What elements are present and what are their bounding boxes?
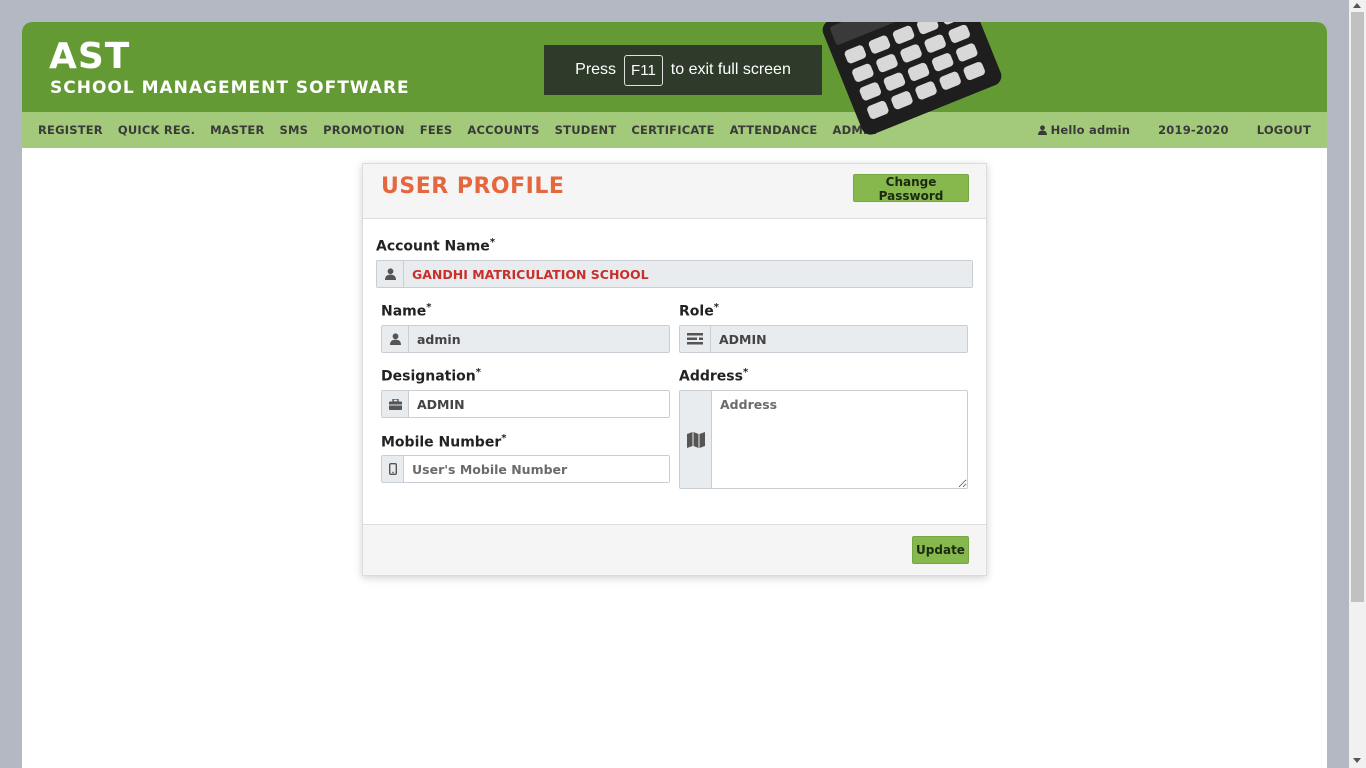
required-marker: * — [501, 433, 507, 444]
nav-item-master[interactable]: MASTER — [210, 123, 264, 137]
required-marker: * — [426, 302, 432, 313]
page-scrollbar[interactable] — [1349, 0, 1366, 768]
nav-item-attendance[interactable]: ATTENDANCE — [730, 123, 818, 137]
fullscreen-suffix-text: to exit full screen — [670, 61, 791, 78]
fullscreen-key: F11 — [624, 54, 663, 86]
mobile-number-field — [381, 455, 670, 483]
mobile-number-input[interactable] — [404, 456, 669, 482]
designation-input[interactable] — [409, 391, 669, 417]
required-marker: * — [742, 367, 749, 378]
scroll-up-arrow-icon[interactable] — [1353, 3, 1361, 8]
update-button[interactable]: Update — [912, 536, 969, 564]
user-icon — [1037, 125, 1047, 135]
mobile-number-label: Mobile Number* — [381, 433, 506, 451]
page-title: USER PROFILE — [381, 174, 565, 199]
role-field — [679, 325, 968, 353]
address-textarea[interactable] — [712, 391, 967, 488]
user-icon — [377, 261, 404, 287]
list-icon — [680, 326, 711, 352]
nav-item-quick-reg[interactable]: QUICK REG. — [118, 123, 195, 137]
logout-link[interactable]: LOGOUT — [1257, 123, 1311, 137]
name-field — [381, 325, 670, 353]
fullscreen-notice: Press F11 to exit full screen — [544, 45, 822, 95]
required-marker: * — [489, 237, 496, 248]
mobile-icon — [382, 456, 404, 482]
scroll-down-arrow-icon[interactable] — [1353, 758, 1361, 763]
user-icon — [382, 326, 409, 352]
required-marker: * — [475, 367, 481, 378]
name-label: Name* — [381, 302, 431, 320]
session-year[interactable]: 2019-2020 — [1158, 123, 1229, 137]
nav-item-certificate[interactable]: CERTIFICATE — [631, 123, 714, 137]
card-header: USER PROFILE Change Password — [363, 164, 986, 219]
role-label-text: Role — [679, 303, 714, 320]
account-name-field — [376, 260, 973, 288]
main-navbar: REGISTER QUICK REG. MASTER SMS PROMOTION… — [22, 112, 1327, 148]
nav-item-fees[interactable]: FEES — [420, 123, 453, 137]
nav-item-student[interactable]: STUDENT — [555, 123, 617, 137]
account-name-input[interactable] — [404, 261, 972, 287]
scrollbar-thumb[interactable] — [1351, 12, 1364, 602]
designation-label-text: Designation — [381, 368, 476, 385]
name-label-text: Name — [381, 303, 427, 320]
brand-subtitle: SCHOOL MANAGEMENT SOFTWARE — [50, 78, 410, 98]
nav-item-sms[interactable]: SMS — [280, 123, 309, 137]
nav-item-register[interactable]: REGISTER — [38, 123, 103, 137]
designation-field — [381, 390, 670, 418]
user-menu[interactable]: Hello admin — [1037, 123, 1131, 137]
user-profile-card: USER PROFILE Change Password Account Nam… — [362, 163, 987, 576]
role-label: Role* — [679, 302, 719, 320]
name-input[interactable] — [409, 326, 669, 352]
card-footer: Update — [363, 524, 986, 575]
nav-item-accounts[interactable]: ACCOUNTS — [467, 123, 539, 137]
brand-title: AST — [49, 36, 131, 77]
app-window: AST SCHOOL MANAGEMENT SOFTWARE Press F11… — [22, 22, 1327, 768]
account-name-label-text: Account Name — [376, 238, 490, 255]
address-label-text: Address — [679, 368, 743, 385]
address-field — [679, 390, 968, 489]
address-label: Address* — [679, 367, 748, 385]
required-marker: * — [713, 302, 719, 313]
designation-label: Designation* — [381, 367, 481, 385]
account-name-label: Account Name* — [376, 237, 495, 255]
nav-user-area: Hello admin 2019-2020 LOGOUT — [1010, 123, 1311, 137]
mobile-number-label-text: Mobile Number — [381, 434, 502, 451]
briefcase-icon — [382, 391, 409, 417]
user-greeting: Hello admin — [1050, 123, 1131, 137]
fullscreen-press-text: Press — [575, 61, 617, 78]
map-icon — [680, 391, 712, 488]
role-input[interactable] — [711, 326, 967, 352]
nav-menu: REGISTER QUICK REG. MASTER SMS PROMOTION… — [38, 123, 892, 137]
change-password-button[interactable]: Change Password — [853, 174, 969, 203]
nav-item-promotion[interactable]: PROMOTION — [323, 123, 405, 137]
header: AST SCHOOL MANAGEMENT SOFTWARE Press F11… — [22, 22, 1327, 135]
